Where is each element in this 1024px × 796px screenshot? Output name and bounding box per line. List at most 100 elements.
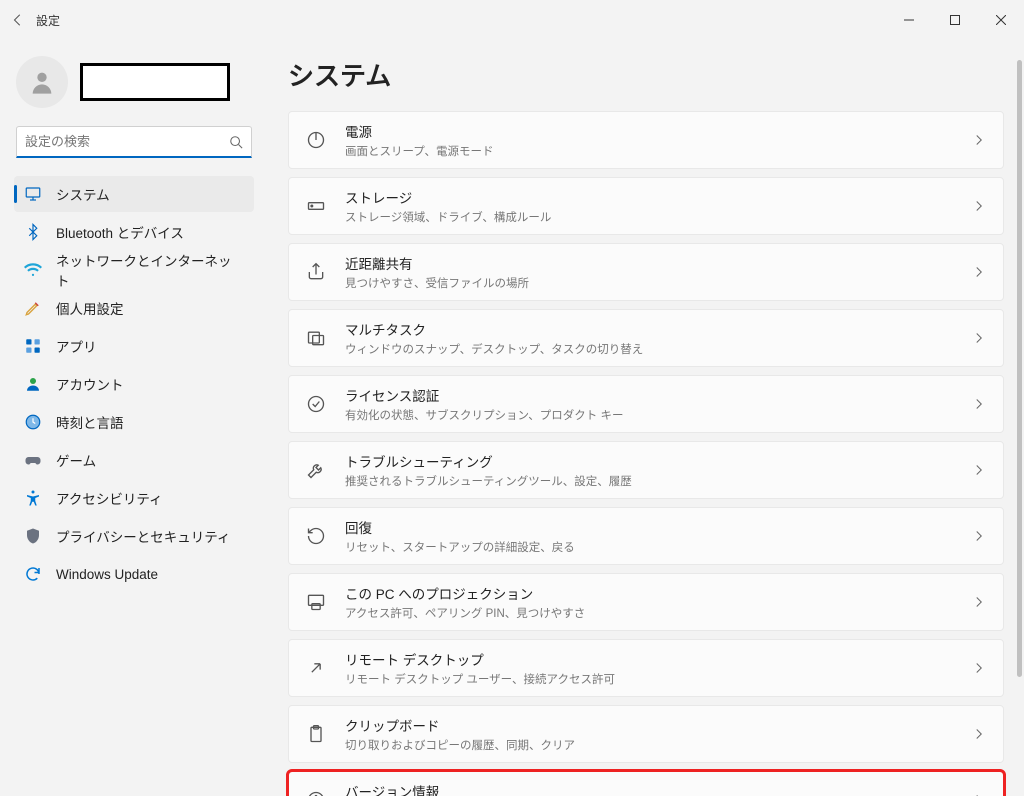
settings-cards: 電源画面とスリープ、電源モードストレージストレージ領域、ドライブ、構成ルール近距… — [288, 111, 1004, 796]
window-title: 設定 — [36, 12, 60, 29]
sidebar-item-account[interactable]: アカウント — [14, 366, 254, 402]
multitask-icon — [305, 327, 327, 349]
troubleshoot-icon — [305, 459, 327, 481]
card-subtitle: 切り取りおよびコピーの履歴、同期、クリア — [345, 737, 955, 753]
card-about[interactable]: バージョン情報デバイス仕様、PC 名変更、Windows 仕様 — [288, 771, 1004, 796]
titlebar: 設定 — [0, 0, 1024, 40]
card-text: ライセンス認証有効化の状態、サブスクリプション、プロダクト キー — [345, 385, 955, 423]
search-input[interactable] — [25, 134, 229, 149]
sidebar-item-label: Bluetooth とデバイス — [56, 222, 184, 242]
card-text: 近距離共有見つけやすさ、受信ファイルの場所 — [345, 253, 955, 291]
update-icon — [24, 565, 42, 583]
sidebar-item-label: 個人用設定 — [56, 298, 124, 318]
share-icon — [305, 261, 327, 283]
sidebar-item-apps[interactable]: アプリ — [14, 328, 254, 364]
profile-section — [10, 50, 258, 126]
card-projection[interactable]: この PC へのプロジェクションアクセス許可、ペアリング PIN、見つけやすさ — [288, 573, 1004, 631]
card-text: リモート デスクトップリモート デスクトップ ユーザー、接続アクセス許可 — [345, 649, 955, 687]
maximize-button[interactable] — [932, 0, 978, 40]
personalize-icon — [24, 299, 42, 317]
window-controls — [886, 0, 1024, 40]
account-icon — [24, 375, 42, 393]
close-button[interactable] — [978, 0, 1024, 40]
page-title: システム — [288, 56, 1004, 93]
nav-list: システム Bluetooth とデバイスネットワークとインターネット個人用設定アプ… — [10, 172, 258, 596]
card-recovery[interactable]: 回復リセット、スタートアップの詳細設定、戻る — [288, 507, 1004, 565]
sidebar-item-system[interactable]: システム — [14, 176, 254, 212]
sidebar-item-accessibility[interactable]: アクセシビリティ — [14, 480, 254, 516]
scrollbar[interactable] — [1017, 60, 1022, 786]
gaming-icon — [24, 451, 42, 469]
avatar — [16, 56, 68, 108]
sidebar-item-network[interactable]: ネットワークとインターネット — [14, 252, 254, 288]
chevron-right-icon — [973, 199, 987, 213]
card-share[interactable]: 近距離共有見つけやすさ、受信ファイルの場所 — [288, 243, 1004, 301]
card-clipboard[interactable]: クリップボード切り取りおよびコピーの履歴、同期、クリア — [288, 705, 1004, 763]
card-power[interactable]: 電源画面とスリープ、電源モード — [288, 111, 1004, 169]
card-title: クリップボード — [345, 715, 955, 735]
back-button[interactable] — [10, 12, 26, 28]
chevron-right-icon — [973, 595, 987, 609]
sidebar-item-label: ゲーム — [56, 450, 96, 470]
chevron-right-icon — [973, 397, 987, 411]
chevron-right-icon — [973, 661, 987, 675]
card-text: 回復リセット、スタートアップの詳細設定、戻る — [345, 517, 955, 555]
privacy-icon — [24, 527, 42, 545]
sidebar-item-label: アカウント — [56, 374, 124, 394]
card-title: マルチタスク — [345, 319, 955, 339]
sidebar-item-personalize[interactable]: 個人用設定 — [14, 290, 254, 326]
sidebar: システム Bluetooth とデバイスネットワークとインターネット個人用設定アプ… — [0, 40, 268, 796]
network-icon — [24, 261, 42, 279]
sidebar-item-label: Windows Update — [56, 567, 158, 582]
chevron-right-icon — [973, 133, 987, 147]
card-title: 電源 — [345, 121, 955, 141]
card-title: ライセンス認証 — [345, 385, 955, 405]
card-subtitle: リモート デスクトップ ユーザー、接続アクセス許可 — [345, 671, 955, 687]
search-icon — [229, 135, 243, 149]
sidebar-item-time[interactable]: 時刻と言語 — [14, 404, 254, 440]
card-troubleshoot[interactable]: トラブルシューティング推奨されるトラブルシューティングツール、設定、履歴 — [288, 441, 1004, 499]
search-box[interactable] — [16, 126, 252, 158]
card-storage[interactable]: ストレージストレージ領域、ドライブ、構成ルール — [288, 177, 1004, 235]
chevron-right-icon — [973, 331, 987, 345]
card-text: この PC へのプロジェクションアクセス許可、ペアリング PIN、見つけやすさ — [345, 583, 955, 621]
chevron-right-icon — [973, 463, 987, 477]
sidebar-item-label: ネットワークとインターネット — [56, 250, 244, 290]
card-title: 回復 — [345, 517, 955, 537]
sidebar-item-label: アプリ — [56, 336, 97, 356]
sidebar-item-label: アクセシビリティ — [56, 488, 163, 508]
about-icon — [305, 789, 327, 796]
sidebar-item-label: システム — [56, 184, 110, 204]
card-remote[interactable]: リモート デスクトップリモート デスクトップ ユーザー、接続アクセス許可 — [288, 639, 1004, 697]
sidebar-item-gaming[interactable]: ゲーム — [14, 442, 254, 478]
card-multitask[interactable]: マルチタスクウィンドウのスナップ、デスクトップ、タスクの切り替え — [288, 309, 1004, 367]
chevron-right-icon — [973, 529, 987, 543]
card-subtitle: リセット、スタートアップの詳細設定、戻る — [345, 539, 955, 555]
bluetooth-icon — [24, 223, 42, 241]
card-subtitle: ウィンドウのスナップ、デスクトップ、タスクの切り替え — [345, 341, 955, 357]
minimize-button[interactable] — [886, 0, 932, 40]
card-text: ストレージストレージ領域、ドライブ、構成ルール — [345, 187, 955, 225]
card-subtitle: ストレージ領域、ドライブ、構成ルール — [345, 209, 955, 225]
sidebar-item-label: プライバシーとセキュリティ — [56, 526, 230, 546]
card-subtitle: 見つけやすさ、受信ファイルの場所 — [345, 275, 955, 291]
card-text: トラブルシューティング推奨されるトラブルシューティングツール、設定、履歴 — [345, 451, 955, 489]
card-text: マルチタスクウィンドウのスナップ、デスクトップ、タスクの切り替え — [345, 319, 955, 357]
card-text: 電源画面とスリープ、電源モード — [345, 121, 955, 159]
sidebar-item-privacy[interactable]: プライバシーとセキュリティ — [14, 518, 254, 554]
card-subtitle: アクセス許可、ペアリング PIN、見つけやすさ — [345, 605, 955, 621]
card-title: 近距離共有 — [345, 253, 955, 273]
card-title: この PC へのプロジェクション — [345, 583, 955, 603]
sidebar-item-bluetooth[interactable]: Bluetooth とデバイス — [14, 214, 254, 250]
card-activation[interactable]: ライセンス認証有効化の状態、サブスクリプション、プロダクト キー — [288, 375, 1004, 433]
card-subtitle: 画面とスリープ、電源モード — [345, 143, 955, 159]
main-content: システム 電源画面とスリープ、電源モードストレージストレージ領域、ドライブ、構成… — [268, 40, 1024, 796]
card-title: リモート デスクトップ — [345, 649, 955, 669]
card-text: バージョン情報デバイス仕様、PC 名変更、Windows 仕様 — [345, 781, 955, 796]
card-text: クリップボード切り取りおよびコピーの履歴、同期、クリア — [345, 715, 955, 753]
scrollbar-thumb[interactable] — [1017, 60, 1022, 677]
chevron-right-icon — [973, 265, 987, 279]
card-subtitle: 有効化の状態、サブスクリプション、プロダクト キー — [345, 407, 955, 423]
sidebar-item-update[interactable]: Windows Update — [14, 556, 254, 592]
system-icon — [24, 185, 42, 203]
